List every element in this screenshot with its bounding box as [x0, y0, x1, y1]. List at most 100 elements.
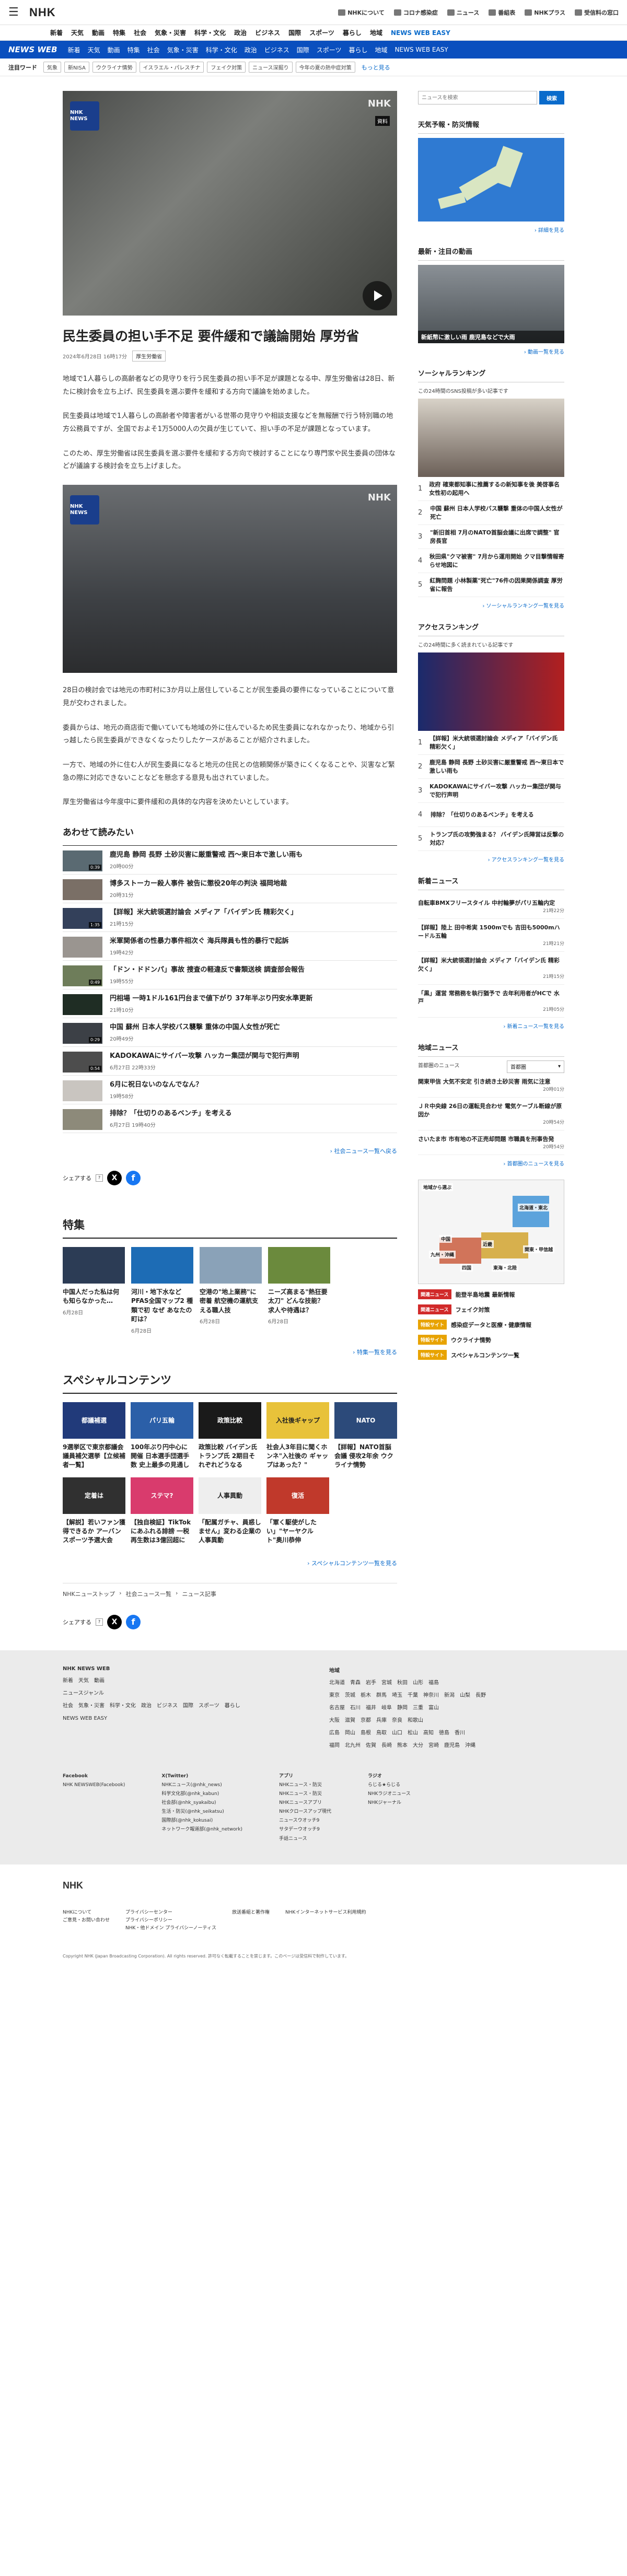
- attention-more-link[interactable]: もっと見る: [362, 63, 390, 72]
- hamburger-menu-icon[interactable]: ☰: [8, 6, 24, 19]
- newsweb-item[interactable]: スポーツ: [317, 45, 342, 54]
- nav-video[interactable]: 動画: [92, 28, 104, 37]
- footer-row[interactable]: NEWS WEB EASY: [63, 1715, 298, 1723]
- social-rank-item[interactable]: 5 紅麹問題 小林製薬"死亡"76件の因果関係調査 厚労省に報告: [418, 573, 564, 597]
- nav-politics[interactable]: 政治: [234, 28, 247, 37]
- header-link-corona[interactable]: コロナ感染症: [393, 8, 438, 17]
- nav-weather[interactable]: 天気: [71, 28, 84, 37]
- special-card[interactable]: 定着は 【解説】若いファン獲得できるか アーバンスポーツ予選大会: [63, 1477, 125, 1545]
- link-banner[interactable]: 関連ニュース フェイク対策: [418, 1304, 564, 1315]
- special-card[interactable]: NATO 【詳報】NATO首脳会議 侵攻2年余 ウクライナ情勢: [334, 1402, 397, 1470]
- special-card[interactable]: 入社後ギャップ 社会人3年目に聞くホンネ"入社後の ギャップはあった？": [266, 1402, 329, 1470]
- newsweb-item[interactable]: ビジネス: [264, 45, 289, 54]
- footer-row[interactable]: 北海道 青森 岩手 宮城 秋田 山形 福島: [329, 1679, 564, 1687]
- featured-video[interactable]: 新紙幣に激しい雨 鹿児島などで大雨: [418, 265, 564, 343]
- new-news-item[interactable]: 「黒」運営 常務務を執行猶予で 去年利用者がHCで 水戸 21時05分: [418, 985, 564, 1018]
- access-rank-item[interactable]: 1 【詳報】米大統領選討論会 メディア「バイデン氏 精彩欠く」: [418, 731, 564, 755]
- footer-link[interactable]: NHKラジオニュース: [368, 1790, 411, 1799]
- attention-tag[interactable]: イスラエル・パレスチナ: [139, 62, 204, 73]
- feature-card[interactable]: 河川・地下水など PFAS全国マップ2 種類で初 なぜ あなたの町は？ 6月28日: [131, 1246, 193, 1334]
- social-rank-item[interactable]: 3 "新旧首相 7月のNATO首脳会議に出席で調整" 官房長官: [418, 525, 564, 549]
- special-card[interactable]: 復活 「軍く駆使がしたい」"ヤーヤクルト"奥川恭伸: [266, 1477, 329, 1545]
- header-link-news[interactable]: ニュース: [447, 8, 479, 17]
- special-card[interactable]: 政策比較 政策比較 バイデン氏トランプ氏 2期目それぞれどうなる: [199, 1402, 261, 1470]
- social-more-link[interactable]: › ソーシャルランキング一覧を見る: [418, 601, 564, 609]
- newsweb-logo[interactable]: NEWS WEB: [8, 45, 57, 54]
- related-item[interactable]: 0:49 「ドン・ドドンパ」事故 捜査の軽違反で書類送検 調査部会報告 19時55分: [63, 961, 397, 989]
- social-rank-item[interactable]: 4 秋田県"クマ被害" 7月から運用開始 クマ目撃情報寄らせ地図に: [418, 549, 564, 573]
- attention-tag[interactable]: 気象: [43, 62, 61, 73]
- map-region-shape[interactable]: [513, 1196, 549, 1228]
- map-region-label[interactable]: 近畿: [481, 1240, 494, 1249]
- map-region-label[interactable]: 東海・北陸: [492, 1264, 519, 1272]
- special-card[interactable]: パリ五輪 100年ぶり円中心に開催 日本選手団選手数 史上最多の見通し: [131, 1402, 193, 1470]
- legal-link[interactable]: プライバシーポリシー: [125, 1917, 216, 1925]
- breadcrumb-item[interactable]: 社会ニュース一覧: [126, 1590, 171, 1598]
- breadcrumb-item[interactable]: NHKニューストップ: [63, 1590, 115, 1598]
- play-video-icon[interactable]: [363, 281, 392, 310]
- related-item[interactable]: 排除？「仕切りのあるベンチ」を考える 6月27日 19時40分: [63, 1104, 397, 1133]
- article-category[interactable]: 厚生労働省: [132, 351, 166, 362]
- map-region-label[interactable]: 北海道・東北: [518, 1204, 550, 1212]
- footer-link[interactable]: NHKニュース・防災: [279, 1790, 331, 1799]
- link-banner[interactable]: 特設サイト スペシャルコンテンツ一覧: [418, 1350, 564, 1360]
- newsweb-item[interactable]: 地域: [375, 45, 388, 54]
- newsweb-item[interactable]: 特集: [127, 45, 140, 54]
- legal-link[interactable]: 放送番組と著作権: [232, 1909, 270, 1917]
- legal-link[interactable]: プライバシーセンター: [125, 1909, 216, 1917]
- footer-link[interactable]: NHKクロースアップ現代: [279, 1808, 331, 1816]
- footer-link[interactable]: 手話ニュース: [279, 1835, 331, 1844]
- footer-row[interactable]: 広島 岡山 島根 鳥取 山口 松山 高知 徳島 香川: [329, 1729, 564, 1738]
- new-news-item[interactable]: 【詳報】陸上 田中希実 1500mでも 吉田も5000mハードル五輪 21時21分: [418, 919, 564, 952]
- related-item[interactable]: 6月に祝日ないのなんでなん？ 19時58分: [63, 1076, 397, 1104]
- help-icon[interactable]: ?: [96, 1174, 103, 1182]
- footer-link[interactable]: らじる★らじる: [368, 1781, 411, 1790]
- newsweb-item[interactable]: 政治: [245, 45, 257, 54]
- nav-easy[interactable]: NEWS WEB EASY: [391, 29, 450, 37]
- society-list-link[interactable]: › 社会ニュース一覧へ戻る: [63, 1147, 397, 1155]
- access-more-link[interactable]: › アクセスランキング一覧を見る: [418, 855, 564, 863]
- link-banner[interactable]: 特設サイト ウクライナ情勢: [418, 1335, 564, 1345]
- map-region-label[interactable]: 関東・甲信越: [523, 1245, 555, 1254]
- region-news-item[interactable]: さいたま市 市有地の不正売却問題 市職員を刑事告発 20時54分: [418, 1130, 564, 1156]
- access-rank-item[interactable]: 4 排除？「仕切りのあるベンチ」を考える: [418, 803, 564, 827]
- legal-link[interactable]: NHKについて: [63, 1909, 110, 1917]
- access-rank-item[interactable]: 5 トランプ氏の攻勢強まる？ バイデン氏陣営は反撃の対応？: [418, 827, 564, 851]
- footer-link[interactable]: 生活・防災(@nhk_seikatsu): [161, 1808, 242, 1816]
- nav-society[interactable]: 社会: [134, 28, 146, 37]
- social-rank-item[interactable]: 2 中国 蘇州 日本人学校バス襲撃 重体の中国人女性が死亡: [418, 501, 564, 525]
- attention-tag[interactable]: ウクライナ情勢: [92, 62, 136, 73]
- related-item[interactable]: 米軍関係者の性暴力事件相次ぐ 海兵隊員も性的暴行で起訴 19時42分: [63, 932, 397, 961]
- related-item[interactable]: 博多ストーカー殺人事件 被告に懲役20年の判決 福岡地裁 20時31分: [63, 875, 397, 903]
- feature-list-link[interactable]: › 特集一覧を見る: [63, 1348, 397, 1356]
- related-item[interactable]: 0:39 鹿児島 静岡 長野 土砂災害に厳重警戒 西～東日本で激しい雨も 20時00…: [63, 846, 397, 875]
- help-icon[interactable]: ?: [96, 1618, 103, 1626]
- newsweb-item[interactable]: 気象・災害: [167, 45, 199, 54]
- special-list-link[interactable]: › スペシャルコンテンツ一覧を見る: [63, 1559, 397, 1567]
- region-news-item[interactable]: 関東甲信 大気不安定 引き続き土砂災害 雨気に注意 20時01分: [418, 1073, 564, 1098]
- legal-link[interactable]: NHKインターネットサービス利用規約: [285, 1909, 366, 1917]
- nhk-logo[interactable]: NHK: [29, 6, 56, 19]
- footer-row[interactable]: 社会 気象・災害 科学・文化 政治 ビジネス 国際 スポーツ 暮らし: [63, 1702, 298, 1710]
- newsweb-item[interactable]: 天気: [88, 45, 100, 54]
- footer-link[interactable]: NHKニュース(@nhk_news): [161, 1781, 242, 1790]
- header-link-schedule[interactable]: 番組表: [489, 8, 515, 17]
- search-input[interactable]: [418, 91, 537, 104]
- feature-card[interactable]: 中国人だった私は何も知らなかった… 6月28日: [63, 1246, 125, 1334]
- nav-sports[interactable]: スポーツ: [309, 28, 334, 37]
- footer-row[interactable]: 大阪 滋賀 京都 兵庫 奈良 和歌山: [329, 1717, 564, 1725]
- newsweb-item[interactable]: 社会: [147, 45, 160, 54]
- nav-life[interactable]: 暮らし: [343, 28, 362, 37]
- access-rank-item[interactable]: 3 KADOKAWAにサイバー攻撃 ハッカー集団が関与で犯行声明: [418, 779, 564, 803]
- social-ranking-image[interactable]: [418, 399, 564, 477]
- map-region-label[interactable]: 九州・沖縄: [429, 1251, 456, 1259]
- footer-nhk-logo[interactable]: NHK: [63, 1880, 564, 1891]
- new-news-item[interactable]: 自転車BMXフリースタイル 中村輪夢がパリ五輪内定 21時22分: [418, 894, 564, 919]
- x-share-icon[interactable]: X: [107, 1614, 122, 1629]
- region-news-item[interactable]: ＪＲ中央線 26日の運転見合わせ 電気ケーブル断線が原因か 20時54分: [418, 1098, 564, 1130]
- link-banner[interactable]: 関連ニュース 能登半島地震 最新情報: [418, 1289, 564, 1300]
- footer-row[interactable]: 新着 天気 動画: [63, 1677, 298, 1685]
- related-item[interactable]: 0:54 KADOKAWAにサイバー攻撃 ハッカー集団が関与で犯行声明 6月27日 …: [63, 1047, 397, 1076]
- new-news-item[interactable]: 【詳報】米大統領選討論会 メディア「バイデン氏 精彩欠く」 21時15分: [418, 952, 564, 985]
- nav-feature[interactable]: 特集: [113, 28, 125, 37]
